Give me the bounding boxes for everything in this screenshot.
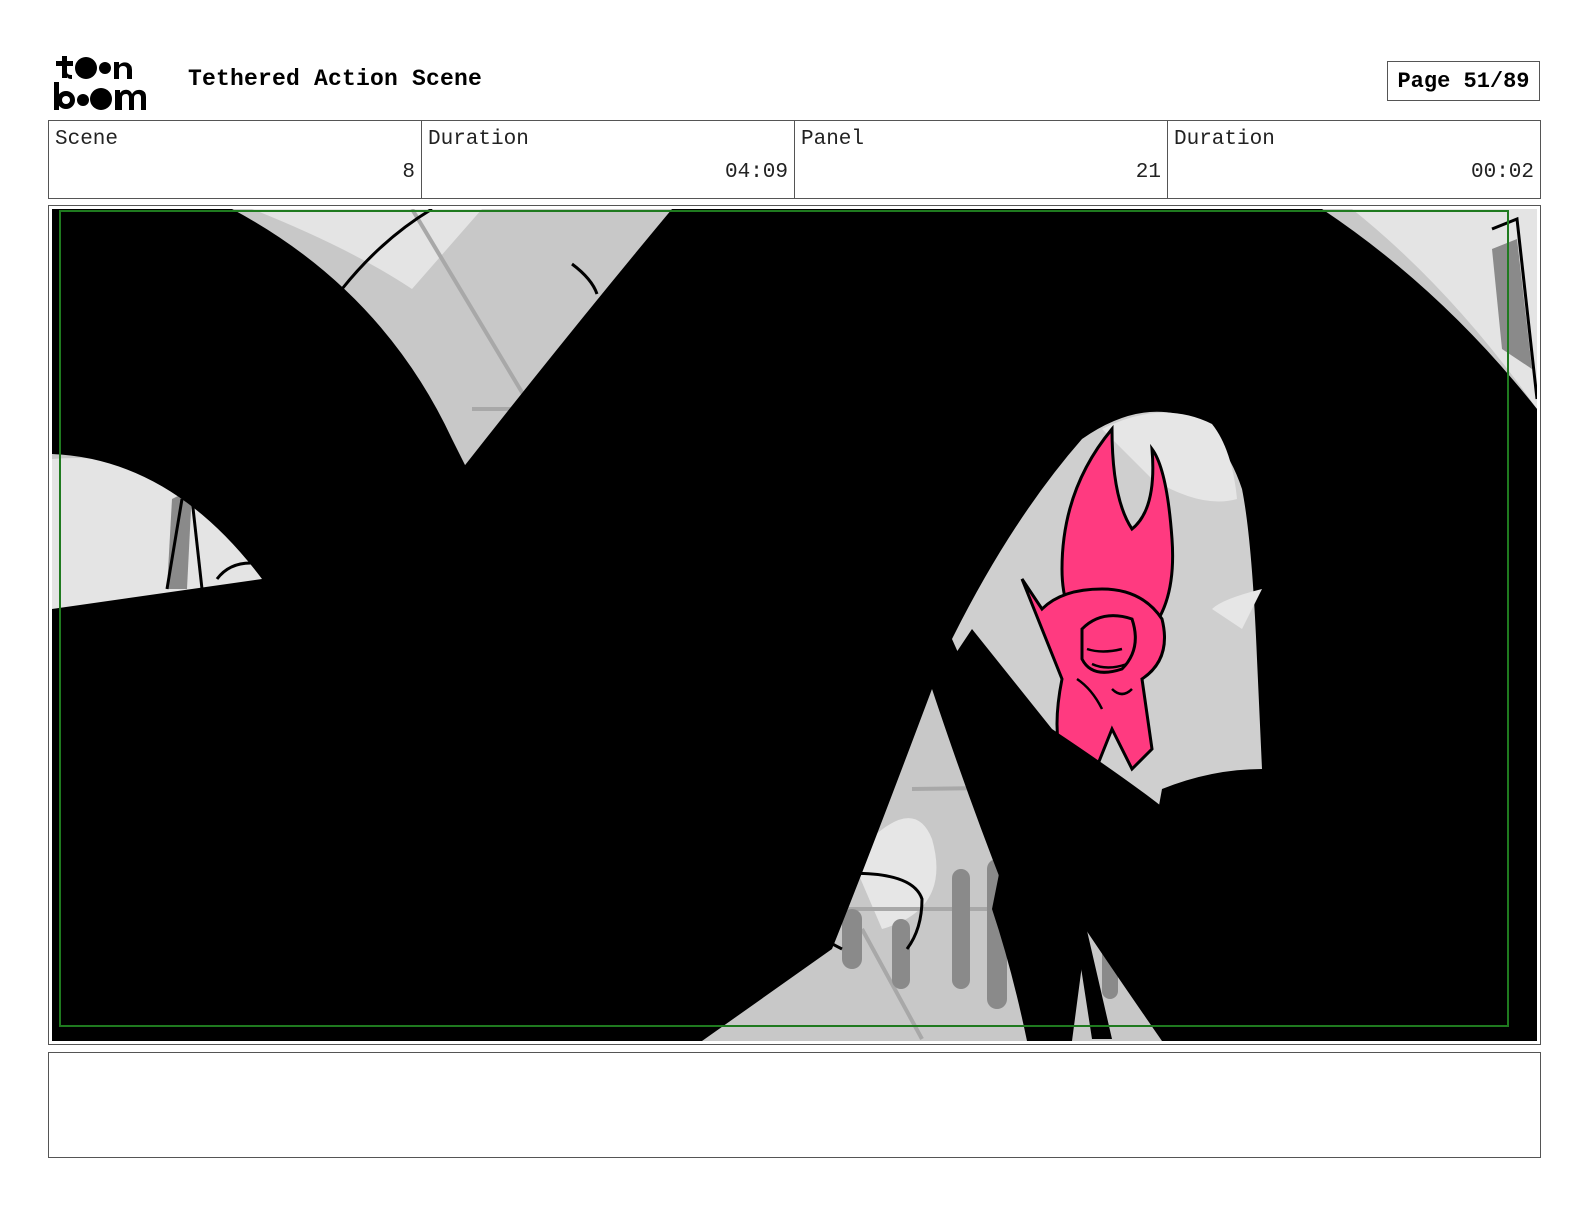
page-label: Page 51/89 [1397,68,1530,94]
panel-duration-label: Duration [1174,128,1275,151]
panel-cell: Panel 21 [795,121,1168,198]
scene-info-table: Scene 8 Duration 04:09 Panel 21 Duration… [48,120,1541,199]
panel-duration-cell: Duration 00:02 [1168,121,1540,198]
panel-duration-value: 00:02 [1470,161,1534,184]
document-title: Tethered Action Scene [188,66,483,92]
panel-value: 21 [1135,161,1161,184]
panel-notes-box [48,1052,1541,1158]
scene-duration-label: Duration [428,128,529,151]
scene-cell: Scene 8 [49,121,422,198]
page-indicator: Page 51/89 [1387,61,1540,101]
scene-value: 8 [402,161,415,184]
scene-duration-cell: Duration 04:09 [422,121,795,198]
scene-duration-value: 04:09 [724,161,788,184]
storyboard-panel-image [52,209,1537,1041]
panel-label: Panel [801,128,865,151]
scene-label: Scene [55,128,119,151]
toon-boom-logo [54,56,146,110]
